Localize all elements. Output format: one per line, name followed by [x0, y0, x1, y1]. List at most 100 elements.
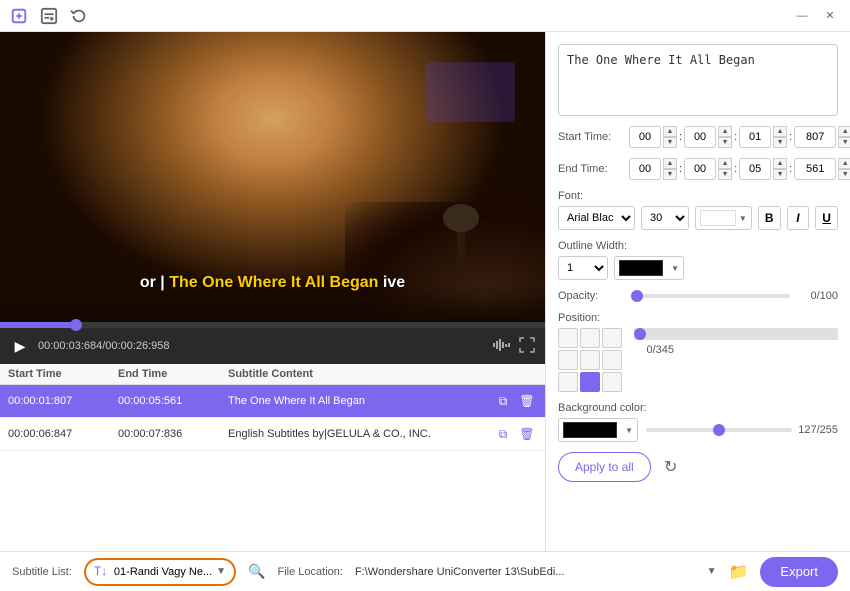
- end-seconds[interactable]: [739, 158, 771, 180]
- outline-width-select[interactable]: 1: [558, 256, 608, 280]
- close-button[interactable]: ✕: [818, 6, 842, 26]
- pos-bot-center[interactable]: [580, 372, 600, 392]
- spin-down[interactable]: ▼: [663, 169, 677, 180]
- end-ms[interactable]: [794, 158, 836, 180]
- position-slider-group: 0/345: [634, 328, 838, 356]
- opacity-value: 0/100: [798, 290, 838, 302]
- subtitle-list-dropdown[interactable]: T↓ 01-Randi Vagy Ne... ▼: [84, 558, 236, 586]
- start-time-row: Start Time: ▲ ▼ : ▲ ▼ :: [558, 126, 838, 148]
- video-player[interactable]: or | The One Where It All Began ive: [0, 32, 545, 322]
- start-seconds-spinner: ▲ ▼: [773, 126, 787, 148]
- apply-all-button[interactable]: Apply to all: [558, 452, 651, 482]
- bg-color-picker[interactable]: ▼: [558, 418, 638, 442]
- pos-bot-right[interactable]: [602, 372, 622, 392]
- spin-down[interactable]: ▼: [718, 169, 732, 180]
- pos-mid-center[interactable]: [580, 350, 600, 370]
- reset-icon[interactable]: ↻: [659, 455, 683, 479]
- file-path-dropdown-arrow[interactable]: ▼: [707, 566, 717, 577]
- search-button[interactable]: 🔍: [248, 563, 265, 580]
- outline-dropdown-arrow: ▼: [671, 264, 679, 273]
- end-hours[interactable]: [629, 158, 661, 180]
- minimize-button[interactable]: —: [790, 6, 814, 26]
- spin-down[interactable]: ▼: [718, 137, 732, 148]
- font-color-swatch: [700, 210, 736, 226]
- spin-up[interactable]: ▲: [773, 158, 787, 169]
- time-display: 00:00:03:684/00:00:26:958: [38, 340, 170, 352]
- start-ms[interactable]: [794, 126, 836, 148]
- play-button[interactable]: ▶: [10, 336, 30, 356]
- spin-up[interactable]: ▲: [663, 158, 677, 169]
- font-row: Arial Blac 30 ▼ B I U: [558, 206, 838, 230]
- spin-down[interactable]: ▼: [773, 137, 787, 148]
- progress-bar[interactable]: [0, 322, 545, 328]
- font-size-select[interactable]: 30: [641, 206, 689, 230]
- overlay-highlight: The One Where It All Began: [169, 274, 378, 291]
- opacity-slider[interactable]: [631, 294, 790, 298]
- start-seconds[interactable]: [739, 126, 771, 148]
- outline-color-picker[interactable]: ▼: [614, 256, 684, 280]
- underline-button[interactable]: U: [815, 206, 838, 230]
- font-family-select[interactable]: Arial Blac: [558, 206, 635, 230]
- main-content: or | The One Where It All Began ive ▶ 00…: [0, 32, 850, 551]
- bg-opacity-slider[interactable]: [646, 428, 792, 432]
- spin-up[interactable]: ▲: [718, 126, 732, 137]
- folder-button[interactable]: 📁: [729, 562, 749, 582]
- spin-up[interactable]: ▲: [838, 158, 850, 169]
- overlay-before: or |: [140, 274, 165, 291]
- add-media-icon[interactable]: [8, 5, 30, 27]
- bg-slider-group: 127/255: [646, 424, 838, 436]
- pos-top-left[interactable]: [558, 328, 578, 348]
- opacity-label: Opacity:: [558, 290, 623, 302]
- subtitle-text-input[interactable]: The One Where It All Began: [558, 44, 838, 116]
- pos-bot-left[interactable]: [558, 372, 578, 392]
- subtitle-overlay: or | The One Where It All Began ive: [140, 274, 405, 292]
- pos-mid-right[interactable]: [602, 350, 622, 370]
- spin-down[interactable]: ▼: [838, 169, 850, 180]
- fullscreen-icon[interactable]: [519, 337, 535, 356]
- bottom-bar: Subtitle List: T↓ 01-Randi Vagy Ne... ▼ …: [0, 551, 850, 591]
- font-color-picker[interactable]: ▼: [695, 206, 752, 230]
- refresh-icon[interactable]: [68, 5, 90, 27]
- waveform-icon[interactable]: [491, 337, 511, 356]
- font-label: Font:: [558, 190, 838, 202]
- subtitle-row[interactable]: 00:00:06:847 00:00:07:836 English Subtit…: [0, 418, 545, 451]
- copy-icon[interactable]: ⧉: [493, 391, 513, 411]
- delete-icon[interactable]: 🗑: [517, 391, 537, 411]
- bold-button[interactable]: B: [758, 206, 781, 230]
- header-end-time: End Time: [118, 368, 228, 380]
- pos-mid-left[interactable]: [558, 350, 578, 370]
- row-actions: ⧉ 🗑: [477, 424, 537, 444]
- spin-down[interactable]: ▼: [838, 137, 850, 148]
- start-minutes-spinner: ▲ ▼: [718, 126, 732, 148]
- spin-up[interactable]: ▲: [718, 158, 732, 169]
- window-controls: — ✕: [790, 6, 842, 26]
- header-content: Subtitle Content: [228, 368, 477, 380]
- export-button[interactable]: Export: [760, 557, 838, 587]
- delete-icon[interactable]: 🗑: [517, 424, 537, 444]
- start-hours[interactable]: [629, 126, 661, 148]
- spin-up[interactable]: ▲: [838, 126, 850, 137]
- spin-up[interactable]: ▲: [773, 126, 787, 137]
- subtitle-row[interactable]: 00:00:01:807 00:00:05:561 The One Where …: [0, 385, 545, 418]
- position-slider[interactable]: [634, 328, 838, 340]
- dropdown-arrow-icon: ▼: [216, 566, 226, 577]
- pos-top-right[interactable]: [602, 328, 622, 348]
- spin-down[interactable]: ▼: [663, 137, 677, 148]
- position-value: 0/345: [634, 344, 674, 356]
- start-minutes[interactable]: [684, 126, 716, 148]
- copy-icon[interactable]: ⧉: [493, 424, 513, 444]
- outline-section: Outline Width: 1 ▼: [558, 240, 838, 280]
- pos-top-center[interactable]: [580, 328, 600, 348]
- add-subtitle-icon[interactable]: [38, 5, 60, 27]
- end-minutes[interactable]: [684, 158, 716, 180]
- apply-row: Apply to all ↻: [558, 452, 838, 482]
- bg-opacity-value: 127/255: [798, 424, 838, 436]
- end-time-row: End Time: ▲ ▼ : ▲ ▼ : ▲: [558, 158, 838, 180]
- spin-up[interactable]: ▲: [663, 126, 677, 137]
- background-color-section: Background color: ▼ 127/255: [558, 402, 838, 442]
- italic-button[interactable]: I: [787, 206, 810, 230]
- content-cell: English Subtitles by|GELULA & CO., INC.: [228, 428, 477, 440]
- spin-down[interactable]: ▼: [773, 169, 787, 180]
- end-hours-spinner: ▲ ▼: [663, 158, 677, 180]
- player-controls: ▶ 00:00:03:684/00:00:26:958: [0, 328, 545, 364]
